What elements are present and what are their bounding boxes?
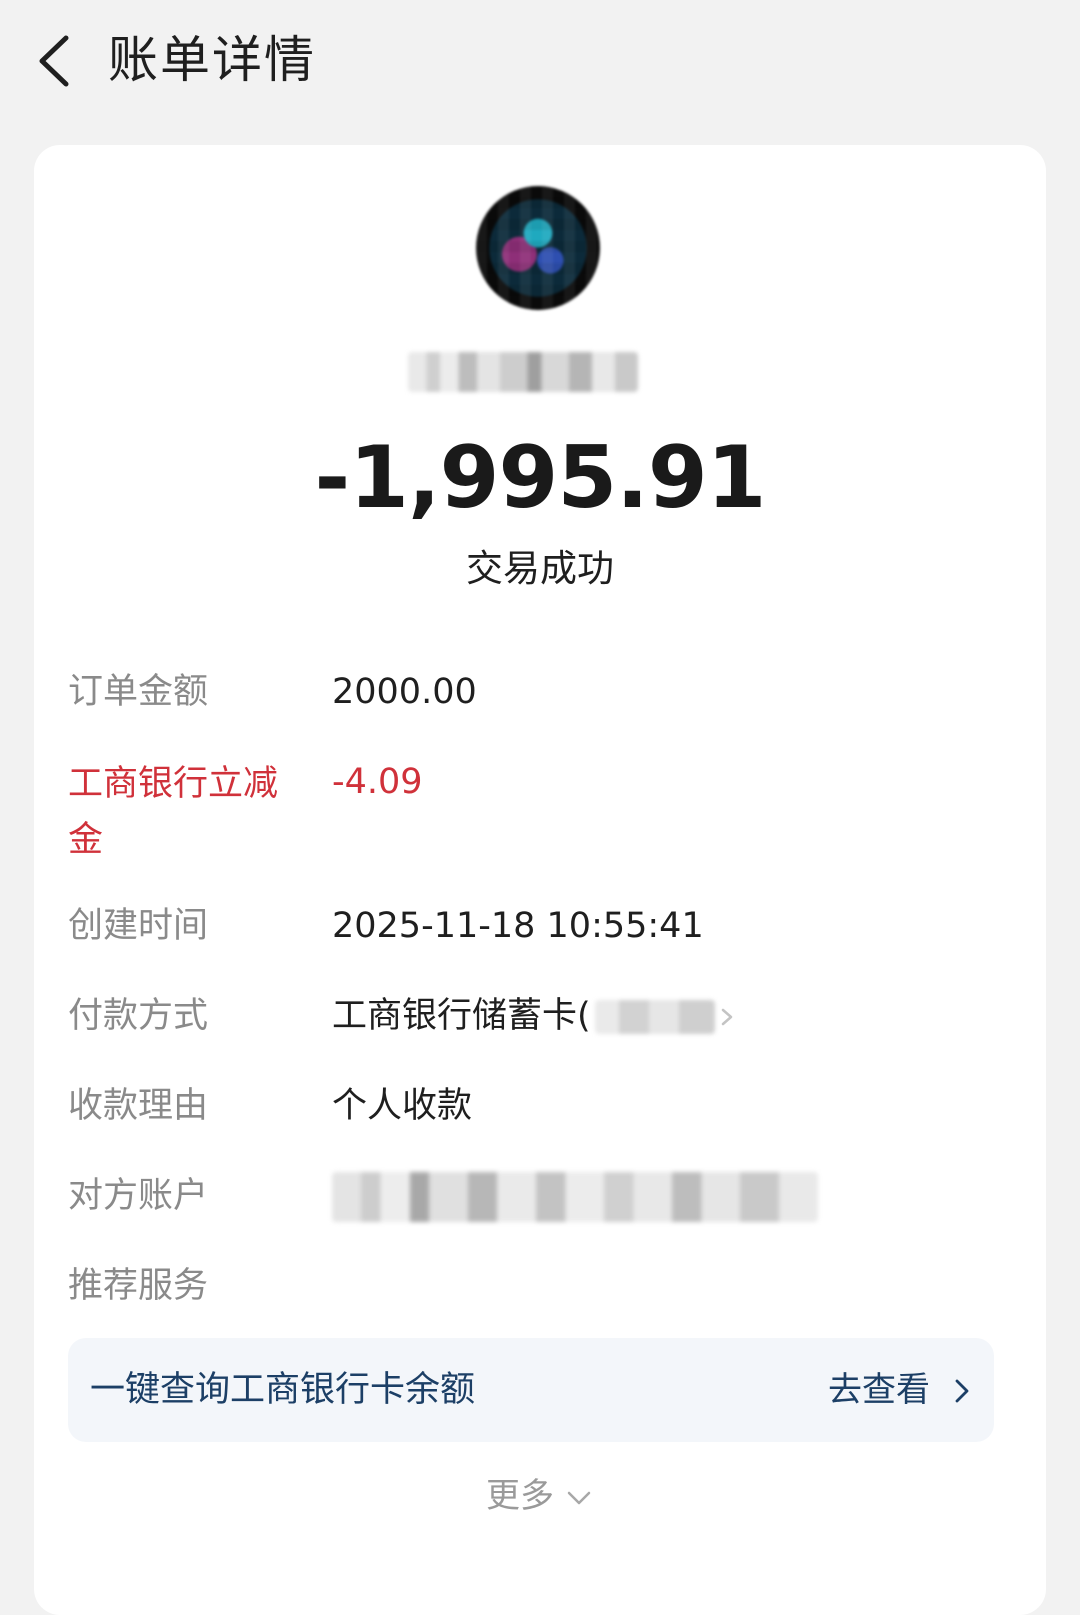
card-number-redacted: [594, 1000, 715, 1034]
created-time-label: 创建时间: [68, 906, 209, 946]
page-title: 账单详情: [108, 31, 316, 89]
order-amount-value: 2000.00: [332, 672, 477, 712]
chevron-left-icon: [39, 35, 69, 87]
payment-method-text: 工商银行储蓄卡(: [332, 996, 591, 1036]
recommend-label: 推荐服务: [68, 1266, 209, 1306]
order-amount-label: 订单金额: [68, 672, 209, 712]
chevron-right-icon: [955, 1379, 969, 1403]
transaction-amount: -1,995.91: [314, 428, 766, 528]
counterparty-label: 对方账户: [68, 1176, 209, 1216]
discount-value: -4.09: [332, 762, 423, 802]
more-label: 更多: [486, 1476, 554, 1516]
check-balance-banner[interactable]: 一键查询工商银行卡余额 去查看: [68, 1338, 994, 1442]
chevron-right-icon: [721, 1008, 732, 1026]
transaction-status: 交易成功: [466, 547, 614, 590]
check-balance-text: 一键查询工商银行卡余额: [90, 1370, 476, 1410]
payment-method-label: 付款方式: [68, 996, 209, 1036]
payment-reason-value: 个人收款: [332, 1086, 473, 1126]
merchant-name-redacted: [408, 352, 638, 392]
go-view-link[interactable]: 去查看: [828, 1364, 930, 1416]
created-time-value: 2025-11-18 10:55:41: [332, 906, 704, 946]
more-toggle[interactable]: 更多: [0, 1470, 1080, 1522]
merchant-avatar: [476, 186, 600, 310]
header-bar: 账单详情: [0, 0, 1080, 130]
discount-label: 工商银行立减金: [68, 764, 279, 860]
chevron-down-icon: [567, 1491, 591, 1504]
payment-reason-label: 收款理由: [68, 1086, 209, 1126]
payment-method-value[interactable]: 工商银行储蓄卡(: [332, 990, 737, 1042]
back-button[interactable]: [30, 28, 90, 94]
counterparty-account-redacted: [332, 1172, 818, 1222]
